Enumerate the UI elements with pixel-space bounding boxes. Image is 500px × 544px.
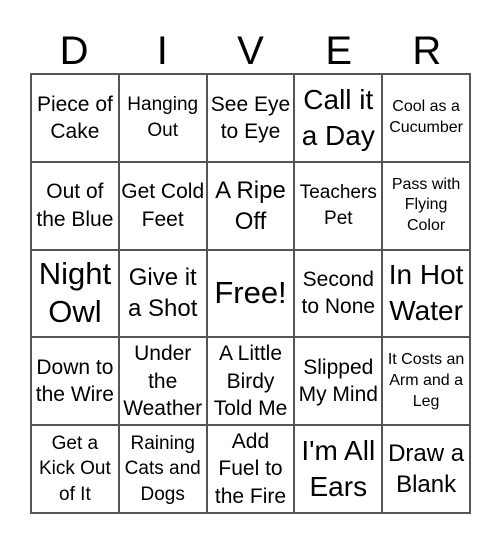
bingo-cell[interactable]: Pass with Flying Color — [382, 161, 470, 250]
header-letter-r: R — [412, 29, 442, 73]
bingo-cell[interactable]: See Eye to Eye — [206, 74, 295, 162]
bingo-cell[interactable]: Out of the Blue — [31, 161, 119, 250]
bingo-cell[interactable]: Give it a Shot — [118, 249, 207, 338]
header-letter-d: D — [59, 29, 89, 73]
header-letter-i: I — [156, 29, 168, 73]
free-space[interactable]: Free! — [206, 249, 295, 338]
bingo-cell[interactable]: I'm All Ears — [294, 425, 383, 513]
bingo-cell[interactable]: A Little Birdy Told Me — [206, 337, 295, 426]
bingo-cell[interactable]: Hanging Out — [118, 74, 207, 162]
bingo-cell[interactable]: Add Fuel to the Fire — [206, 425, 295, 513]
bingo-cell[interactable]: Cool as a Cucumber — [382, 74, 470, 162]
bingo-cell[interactable]: Get a Kick Out of It — [31, 425, 119, 513]
bingo-cell[interactable]: Under the Weather — [118, 337, 207, 426]
bingo-cell[interactable]: Get Cold Feet — [118, 161, 207, 250]
header-letter-v: V — [237, 29, 264, 73]
bingo-board: Piece of Cake Hanging Out See Eye to Eye… — [30, 73, 471, 514]
bingo-cell[interactable]: Teachers Pet — [294, 161, 383, 250]
bingo-cell[interactable]: Down to the Wire — [31, 337, 119, 426]
bingo-cell[interactable]: Call it a Day — [294, 74, 383, 162]
bingo-cell[interactable]: A Ripe Off — [206, 161, 295, 250]
header-letter-e: E — [325, 29, 352, 73]
bingo-cell[interactable]: Piece of Cake — [31, 74, 119, 162]
bingo-header: D I V E R — [30, 30, 471, 73]
bingo-cell[interactable]: In Hot Water — [382, 249, 470, 338]
bingo-cell[interactable]: Second to None — [294, 249, 383, 338]
bingo-cell[interactable]: Draw a Blank — [382, 425, 470, 513]
bingo-cell[interactable]: It Costs an Arm and a Leg — [382, 337, 470, 426]
bingo-cell[interactable]: Raining Cats and Dogs — [118, 425, 207, 513]
bingo-cell[interactable]: Slipped My Mind — [294, 337, 383, 426]
bingo-cell[interactable]: Night Owl — [31, 249, 119, 338]
